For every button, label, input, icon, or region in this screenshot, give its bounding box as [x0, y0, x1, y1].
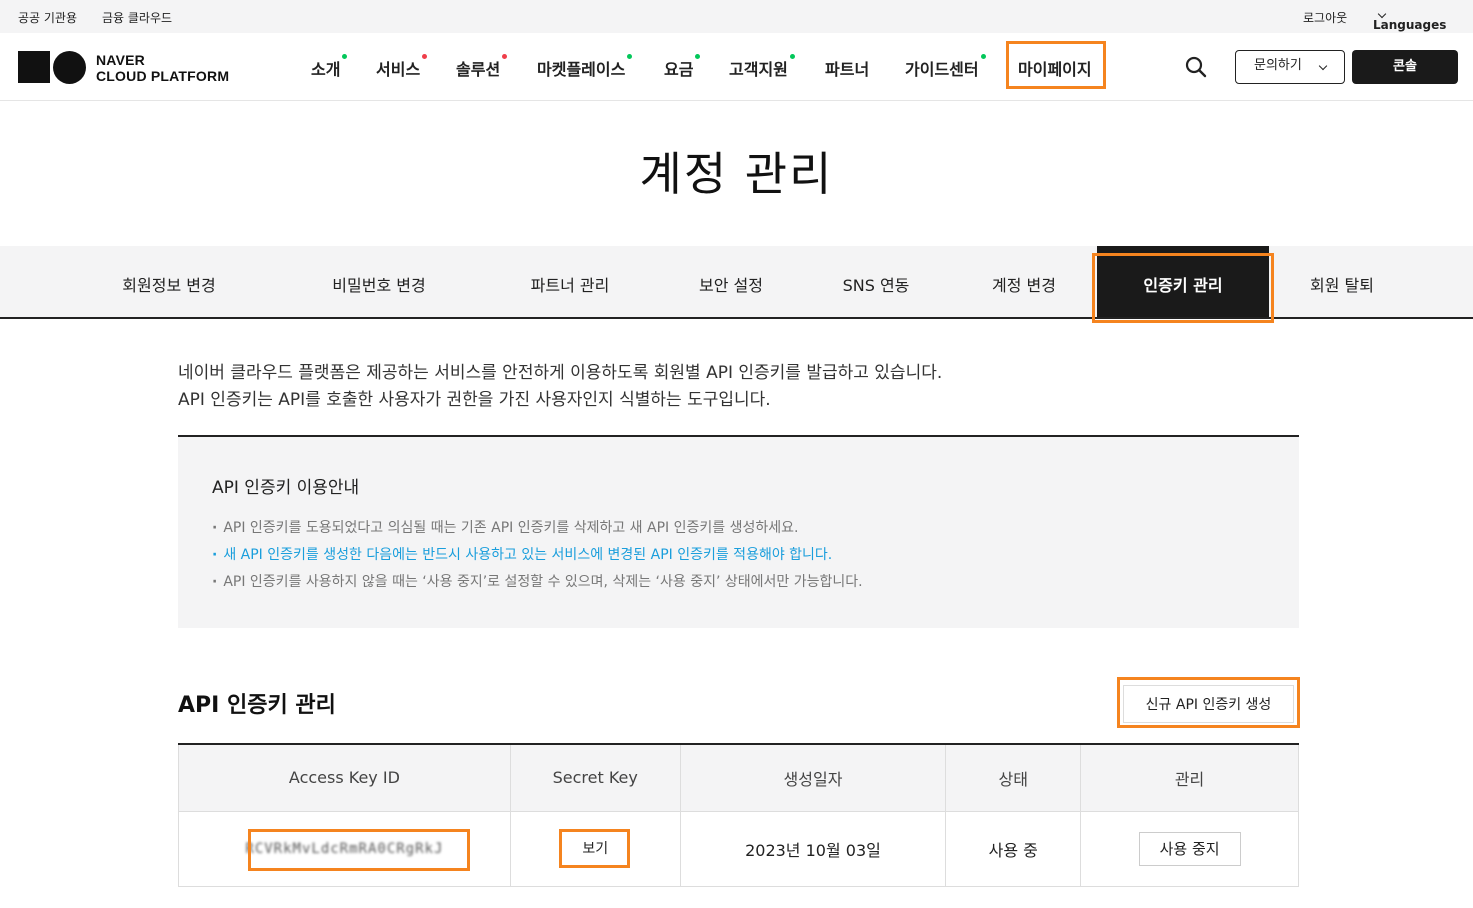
- naver-cloud-logo[interactable]: NAVER CLOUD PLATFORM: [18, 51, 233, 85]
- tab-auth-key-manage[interactable]: 인증키 관리: [1097, 246, 1269, 317]
- nav-item-support[interactable]: 고객지원: [729, 54, 795, 80]
- notice-item: API 인증키를 도용되었다고 의심될 때는 기존 API 인증키를 삭제하고 …: [212, 515, 863, 542]
- access-key-id[interactable]: RCVRkMvLdcRmRA0CRgRkJ: [242, 835, 447, 863]
- global-header: NAVER CLOUD PLATFORM 소개 서비스 솔루션 마켓플레이스 요…: [0, 33, 1473, 101]
- chevron-down-icon: [1377, 9, 1387, 19]
- nav-label: 요금: [664, 60, 694, 79]
- intro-line: 네이버 클라우드 플랫폼은 제공하는 서비스를 안전하게 이용하도록 회원별 A…: [178, 363, 943, 383]
- new-dot-icon: [980, 54, 986, 59]
- nav-item-mypage[interactable]: 마이페이지: [1018, 56, 1092, 80]
- new-dot-icon: [627, 54, 633, 59]
- nav-item-intro[interactable]: 소개: [311, 54, 348, 80]
- contact-label: 문의하기: [1254, 58, 1302, 73]
- logo-circle-mark: [53, 51, 86, 84]
- intro-line: API 인증키는 API를 호출한 사용자가 권한을 가진 사용자인지 식별하는…: [178, 390, 771, 410]
- new-dot-icon: [342, 54, 348, 59]
- chevron-down-icon: [1318, 61, 1328, 71]
- languages-label: Languages: [1373, 18, 1447, 32]
- created-date-cell: 2023년 10월 03일: [679, 810, 947, 887]
- api-key-table: Access Key ID Secret Key 생성일자 상태 관리 RCVR…: [178, 743, 1299, 887]
- tab-security[interactable]: 보안 설정: [675, 246, 787, 317]
- nav-label: 고객지원: [729, 60, 788, 79]
- nav-label: 마켓플레이스: [537, 60, 626, 79]
- status-cell: 사용 중: [945, 810, 1082, 887]
- new-dot-icon: [502, 54, 508, 59]
- manage-cell: 사용 중지: [1080, 810, 1299, 887]
- tab-member-info[interactable]: 회원정보 변경: [95, 246, 243, 317]
- nav-item-services[interactable]: 서비스: [376, 54, 428, 80]
- nav-label: 소개: [311, 60, 341, 79]
- logo-line-2: CLOUD PLATFORM: [96, 68, 230, 84]
- nav-item-solutions[interactable]: 솔루션: [456, 54, 508, 80]
- new-dot-icon: [422, 54, 428, 59]
- column-header: 상태: [945, 743, 1082, 812]
- nav-item-partner[interactable]: 파트너: [825, 56, 869, 80]
- new-dot-icon: [695, 54, 701, 59]
- finance-cloud-link[interactable]: 금융 클라우드: [102, 9, 172, 26]
- tab-partner-manage[interactable]: 파트너 관리: [505, 246, 635, 317]
- nav-label: 서비스: [376, 60, 421, 79]
- tab-account-change[interactable]: 계정 변경: [968, 246, 1080, 317]
- tab-password[interactable]: 비밀번호 변경: [305, 246, 453, 317]
- logo-square-mark: [18, 51, 50, 83]
- secret-key-cell: 보기: [509, 810, 681, 887]
- nav-label: 가이드센터: [905, 60, 979, 79]
- column-header: Secret Key: [509, 743, 681, 812]
- column-header: 관리: [1080, 743, 1299, 812]
- nav-label: 솔루션: [456, 60, 501, 79]
- column-header: Access Key ID: [178, 743, 511, 812]
- access-key-cell: RCVRkMvLdcRmRA0CRgRkJ: [178, 810, 511, 887]
- nav-item-pricing[interactable]: 요금: [664, 54, 701, 80]
- deactivate-key-button[interactable]: 사용 중지: [1138, 831, 1241, 866]
- logo-line-1: NAVER: [96, 52, 145, 68]
- tab-sns-link[interactable]: SNS 연동: [820, 246, 932, 317]
- page-title: 계정 관리: [639, 147, 834, 201]
- nav-item-guide-center[interactable]: 가이드센터: [905, 54, 986, 80]
- notice-item-emphasis: 새 API 인증키를 생성한 다음에는 반드시 사용하고 있는 서비스에 변경된…: [212, 542, 863, 569]
- console-button[interactable]: 콘솔: [1352, 50, 1458, 84]
- contact-dropdown-button[interactable]: 문의하기: [1235, 50, 1345, 84]
- search-icon[interactable]: [1184, 55, 1208, 79]
- intro-text: 네이버 클라우드 플랫폼은 제공하는 서비스를 안전하게 이용하도록 회원별 A…: [178, 360, 942, 414]
- nav-label: 마이페이지: [1018, 60, 1092, 79]
- create-new-api-key-button[interactable]: 신규 API 인증키 생성: [1123, 685, 1294, 723]
- table-row: RCVRkMvLdcRmRA0CRgRkJ 보기 2023년 10월 03일 사…: [178, 810, 1299, 887]
- logo-wordmark: NAVER CLOUD PLATFORM: [96, 52, 229, 84]
- tab-withdraw[interactable]: 회원 탈퇴: [1286, 246, 1398, 317]
- new-dot-icon: [789, 54, 795, 59]
- logout-link[interactable]: 로그아웃: [1303, 9, 1347, 26]
- languages-dropdown[interactable]: Languages: [1373, 9, 1446, 32]
- notice-item: API 인증키를 사용하지 않을 때는 ‘사용 중지’로 설정할 수 있으며, …: [212, 569, 862, 596]
- nav-item-marketplace[interactable]: 마켓플레이스: [537, 54, 633, 80]
- public-institution-link[interactable]: 공공 기관용: [18, 9, 77, 26]
- nav-label: 파트너: [825, 60, 870, 79]
- view-secret-key-button[interactable]: 보기: [565, 833, 626, 864]
- usage-notice-box: API 인증키 이용안내 API 인증키를 도용되었다고 의심될 때는 기존 A…: [178, 437, 1299, 628]
- column-header: 생성일자: [679, 743, 947, 812]
- utility-bar: 공공 기관용 금융 클라우드 로그아웃 Languages: [0, 0, 1473, 33]
- table-header-row: Access Key ID Secret Key 생성일자 상태 관리: [178, 743, 1299, 812]
- notice-title: API 인증키 이용안내: [212, 478, 360, 498]
- account-tab-bar: 회원정보 변경 비밀번호 변경 파트너 관리 보안 설정 SNS 연동 계정 변…: [0, 246, 1473, 319]
- notice-list: API 인증키를 도용되었다고 의심될 때는 기존 API 인증키를 삭제하고 …: [212, 515, 863, 596]
- section-title: API 인증키 관리: [178, 693, 336, 718]
